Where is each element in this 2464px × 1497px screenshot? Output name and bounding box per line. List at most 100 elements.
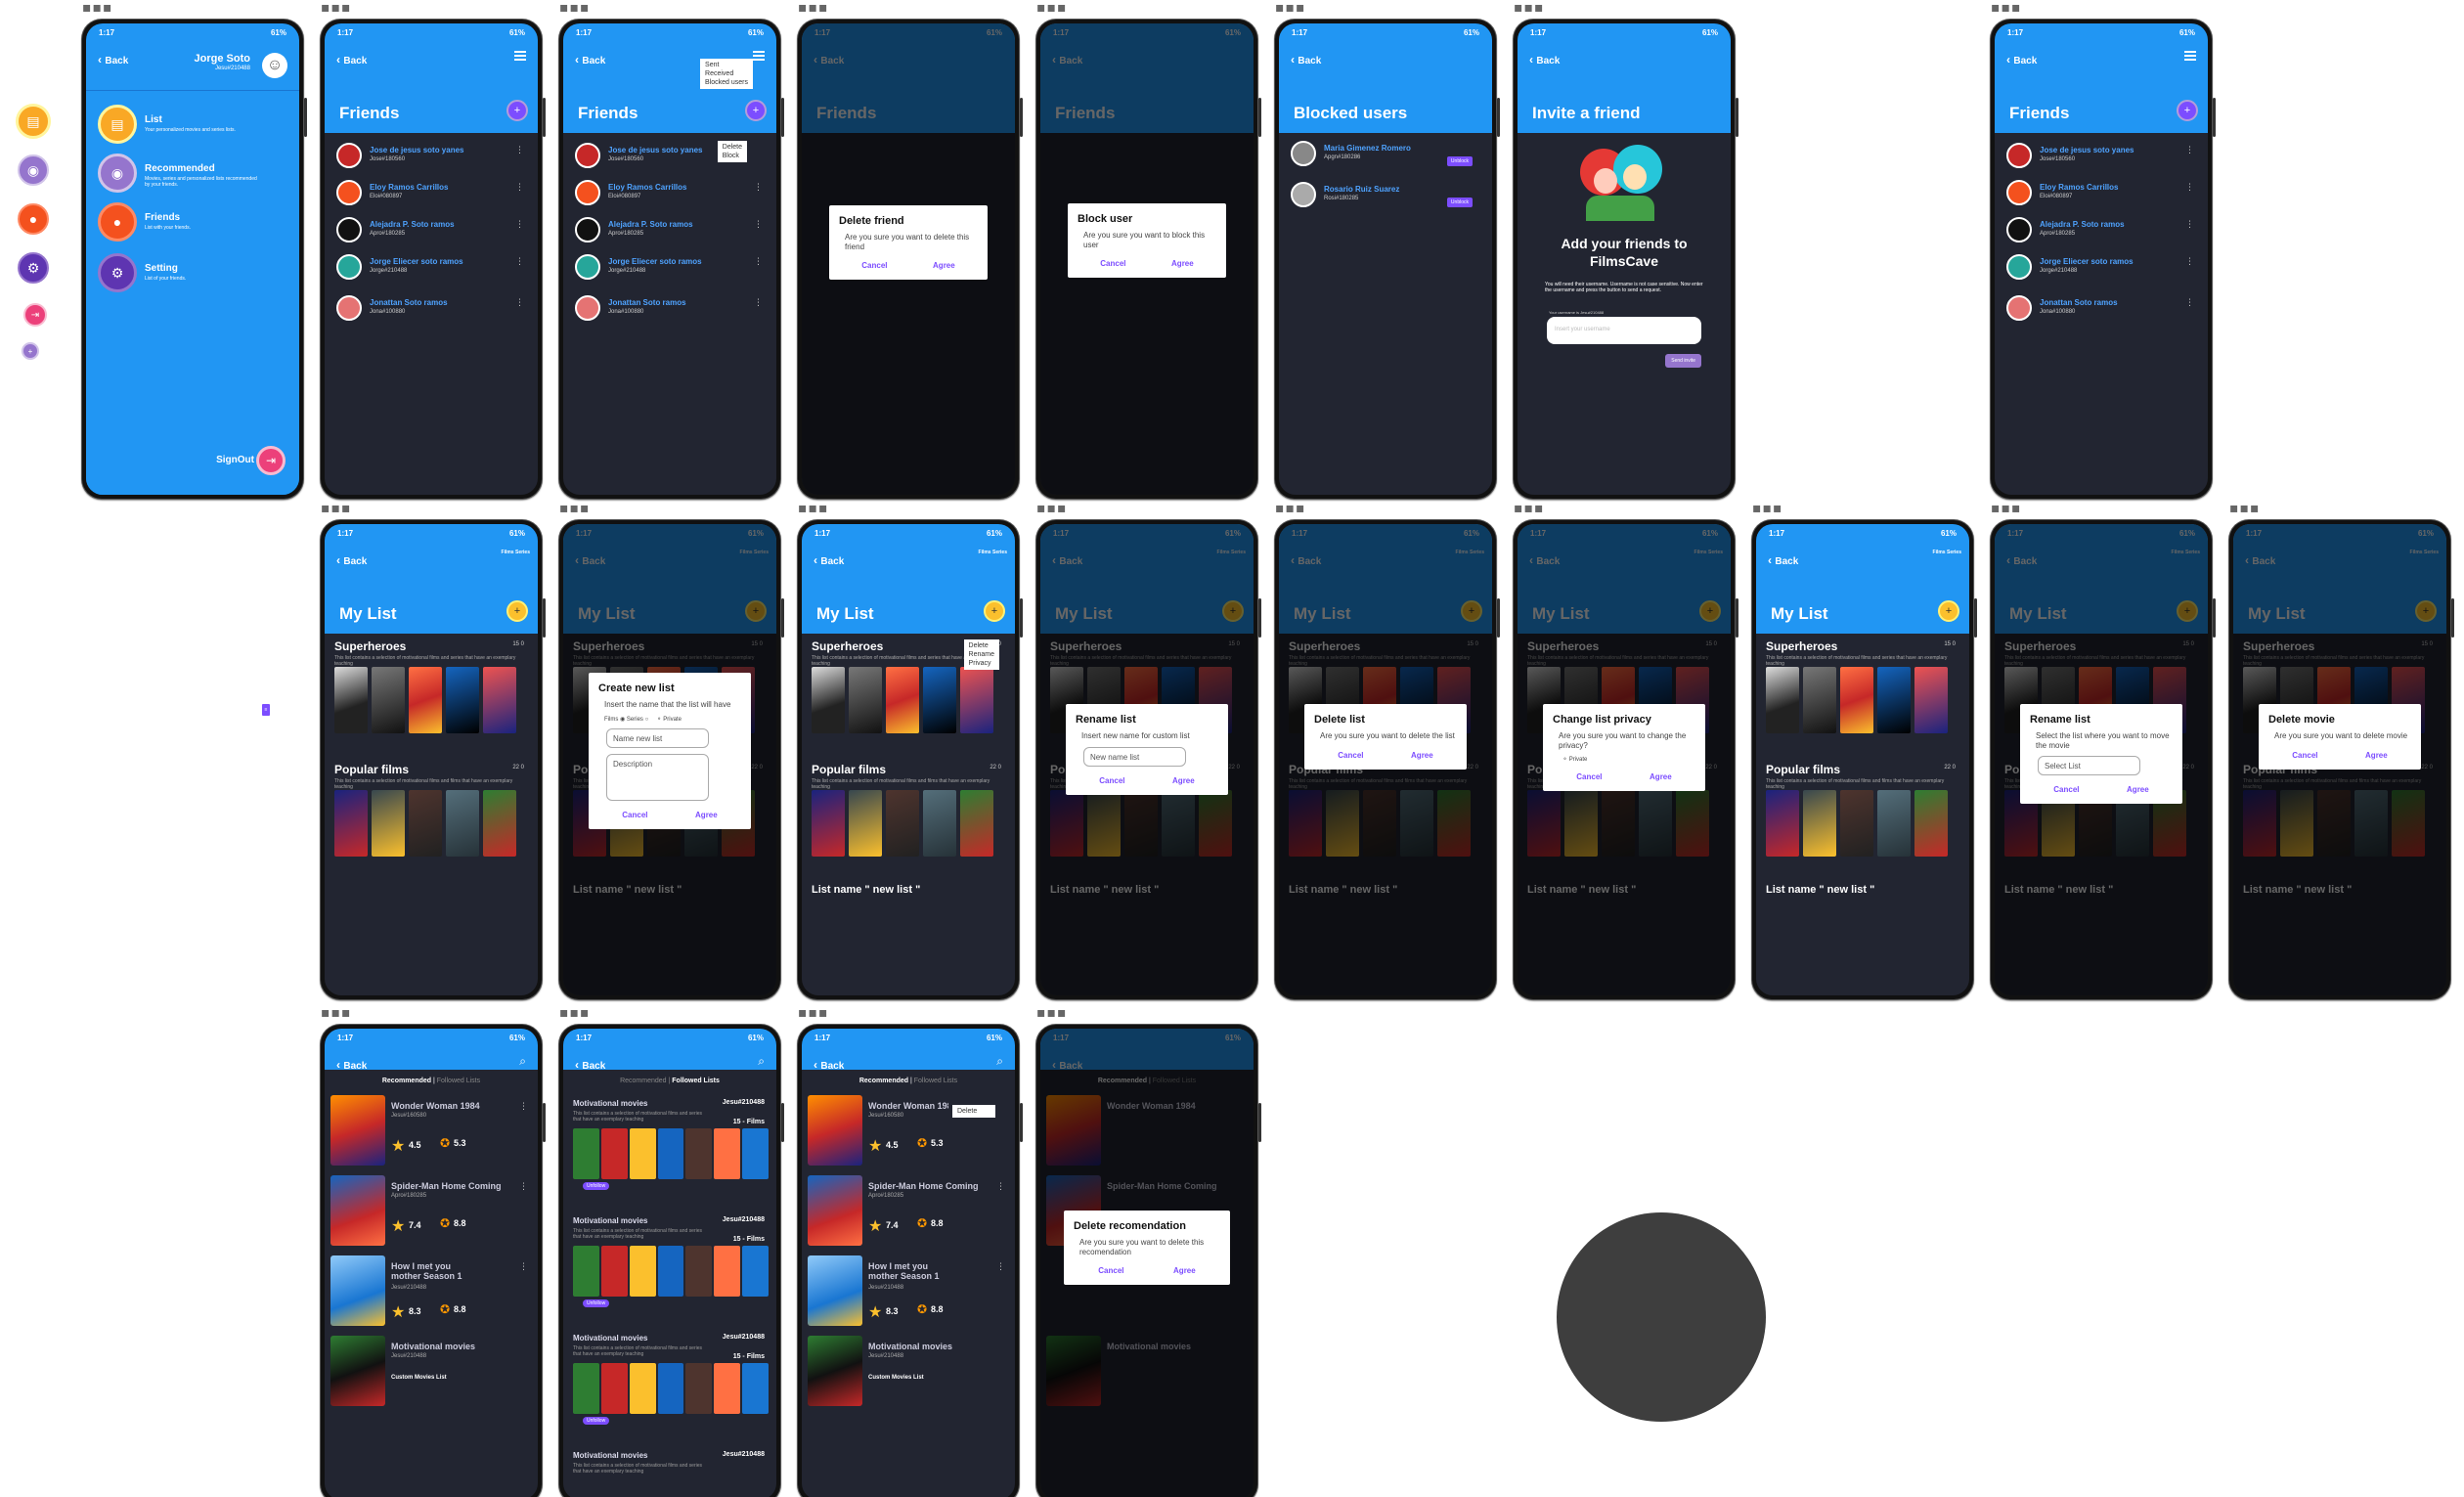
username-input[interactable]: Insert your username	[1547, 317, 1701, 344]
cancel-button[interactable]: Cancel	[1576, 772, 1602, 781]
more-icon[interactable]: ⋮	[515, 182, 524, 193]
back-button[interactable]: Back	[575, 1058, 605, 1072]
friend-row[interactable]: Jorge Eliecer soto ramos Jorge#210488 ⋮	[575, 252, 767, 287]
friend-row[interactable]: Jonattan Soto ramos Jona#100880 ⋮	[336, 293, 528, 329]
cancel-button[interactable]: Cancel	[861, 261, 887, 270]
search-icon[interactable]: ⌕	[996, 1054, 1003, 1069]
menu-icon[interactable]	[2184, 51, 2196, 61]
poster-image[interactable]	[960, 667, 993, 733]
rec-row[interactable]: Motivational movies Jesu#210488 Custom M…	[808, 1336, 1009, 1406]
series-radio[interactable]: Series	[627, 717, 643, 723]
friend-row[interactable]: Jorge Eliecer soto ramos Jorge#210488 ⋮	[2006, 252, 2198, 287]
followed-list[interactable]: Motivational movies Jesu#210488 This list …	[573, 1216, 770, 1307]
popup-item-rename[interactable]: Rename	[969, 650, 994, 659]
tab-recommended[interactable]: Recommended	[382, 1078, 431, 1084]
agree-button[interactable]: Agree	[933, 261, 955, 270]
more-icon[interactable]: ⋮	[2185, 145, 2194, 155]
menu-item-list[interactable]: ▤ List Your personalized movies and seri…	[98, 105, 289, 148]
back-button[interactable]: Back	[336, 1058, 367, 1072]
list-name-input[interactable]: Name new list	[606, 727, 709, 748]
more-icon[interactable]: ⋮	[515, 219, 524, 230]
poster-image[interactable]	[1766, 667, 1799, 733]
tab-followed-lists[interactable]: Followed Lists	[914, 1078, 957, 1084]
agree-button[interactable]: Agree	[2127, 785, 2149, 794]
cancel-button[interactable]: Cancel	[2053, 785, 2079, 794]
popup-item-delete[interactable]: Delete	[969, 641, 994, 650]
more-icon[interactable]: ⋮	[754, 182, 763, 193]
followed-list[interactable]: Motivational movies Jesu#210488 This list …	[573, 1099, 770, 1190]
agree-button[interactable]: Agree	[1411, 751, 1433, 760]
private-toggle[interactable]: Private	[1569, 757, 1588, 763]
more-icon[interactable]: ⋮	[754, 297, 763, 308]
add-list-icon[interactable]: +	[1938, 600, 1959, 622]
cancel-button[interactable]: Cancel	[1338, 751, 1363, 760]
poster-image[interactable]	[849, 667, 882, 733]
add-friend-icon[interactable]: +	[745, 100, 767, 121]
add-friend-icon[interactable]: +	[2177, 100, 2198, 121]
rec-row[interactable]: Spider-Man Home Coming Apro#180285 ★ 7.4…	[808, 1175, 1009, 1246]
agree-button[interactable]: Agree	[1650, 772, 1672, 781]
rec-row[interactable]: How I met you mother Season 1 Jesu#21048…	[808, 1255, 1009, 1326]
rename-input[interactable]: New name list	[1083, 746, 1186, 767]
poster-image[interactable]	[960, 790, 993, 857]
unblock-button[interactable]: Unblock	[1446, 198, 1473, 207]
toggle-films[interactable]: Films	[1933, 550, 1946, 555]
add-list-icon[interactable]: +	[984, 600, 1005, 622]
more-icon[interactable]: ⋮	[2185, 219, 2194, 230]
poster-image[interactable]	[1914, 667, 1948, 733]
films-radio[interactable]: Films	[604, 717, 618, 723]
menu-item-recommended[interactable]: ◉ Recommended Movies, series and persona…	[98, 154, 289, 197]
rec-row[interactable]: Spider-Man Home Coming Apro#180285 ★ 7.4…	[330, 1175, 532, 1246]
followed-list[interactable]: Motivational movies Jesu#210488 This list …	[573, 1334, 770, 1425]
tab-recommended[interactable]: Recommended	[859, 1078, 908, 1084]
poster-image[interactable]	[334, 790, 368, 857]
toggle-series[interactable]: Series	[992, 550, 1007, 555]
cancel-button[interactable]: Cancel	[2292, 751, 2317, 760]
poster-image[interactable]	[1803, 667, 1836, 733]
agree-button[interactable]: Agree	[695, 811, 718, 819]
unblock-button[interactable]: Unblock	[1446, 156, 1473, 166]
poster-image[interactable]	[812, 790, 845, 857]
poster-image[interactable]	[849, 790, 882, 857]
toggle-films[interactable]: Films	[979, 550, 991, 555]
friend-row[interactable]: Jonattan Soto ramos Jona#100880 ⋮	[575, 293, 767, 329]
toggle-series[interactable]: Series	[515, 550, 530, 555]
poster-image[interactable]	[886, 790, 919, 857]
toggle-series[interactable]: Series	[1947, 550, 1961, 555]
cancel-button[interactable]: Cancel	[1098, 1266, 1123, 1275]
popup-item-received[interactable]: Received	[705, 69, 748, 78]
back-button[interactable]: Back	[1768, 553, 1798, 567]
more-icon[interactable]: ⋮	[515, 145, 524, 155]
poster-image[interactable]	[1840, 667, 1873, 733]
more-icon[interactable]: ⋮	[996, 1181, 1005, 1192]
menu-icon[interactable]	[514, 51, 526, 61]
rec-row[interactable]: Motivational movies Jesu#210488 Custom M…	[330, 1336, 532, 1406]
poster-image[interactable]	[886, 667, 919, 733]
private-toggle[interactable]: Private	[663, 717, 682, 723]
friend-row[interactable]: Alejadra P. Soto ramos Apro#180285 ⋮	[575, 215, 767, 250]
poster-image[interactable]	[923, 790, 956, 857]
back-button[interactable]: Back	[336, 53, 367, 66]
more-icon[interactable]: ⋮	[2185, 297, 2194, 308]
more-icon[interactable]: ⋮	[515, 256, 524, 267]
back-button[interactable]: Back	[575, 53, 605, 66]
tab-followed-lists[interactable]: Followed Lists	[437, 1078, 480, 1084]
poster-image[interactable]	[1877, 667, 1911, 733]
poster-image[interactable]	[372, 667, 405, 733]
cancel-button[interactable]: Cancel	[1100, 259, 1125, 268]
unfollow-button[interactable]: Unfollow	[583, 1299, 610, 1307]
cancel-button[interactable]: Cancel	[1099, 776, 1124, 785]
poster-image[interactable]	[446, 667, 479, 733]
friend-row[interactable]: Jonattan Soto ramos Jona#100880 ⋮	[2006, 293, 2198, 329]
friend-row[interactable]: Jose de jesus soto yanes Jose#180560 ⋮	[336, 141, 528, 176]
menu-icon[interactable]	[753, 51, 765, 61]
list-description-input[interactable]: Description	[606, 753, 709, 801]
add-list-icon[interactable]: +	[506, 600, 528, 622]
tab-recommended[interactable]: Recommended	[620, 1078, 666, 1084]
poster-image[interactable]	[483, 790, 516, 857]
avatar[interactable]: ☺	[262, 53, 287, 78]
popup-item-privacy[interactable]: Privacy	[969, 659, 994, 668]
unfollow-button[interactable]: Unfollow	[583, 1182, 610, 1190]
select-list-input[interactable]: Select List	[2038, 756, 2140, 776]
back-button[interactable]: Back	[814, 1058, 844, 1072]
